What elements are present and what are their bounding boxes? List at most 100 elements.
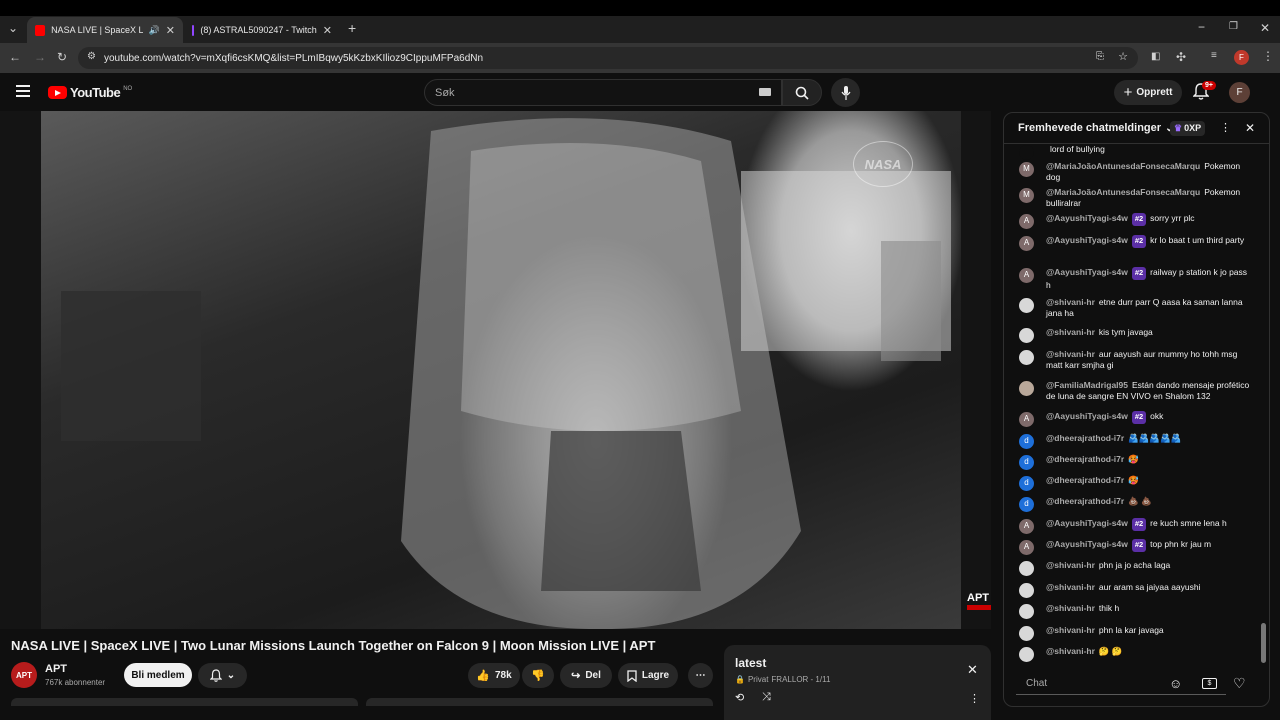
chat-message[interactable]: A @AayushiTyagi-s4w #2 railway p station k … bbox=[1019, 267, 1254, 290]
super-chat-icon[interactable]: $ bbox=[1202, 678, 1217, 689]
chat-message[interactable]: @shivani-hr phn ja jo acha laga bbox=[1019, 560, 1254, 576]
browser-menu-icon[interactable]: ⋮ bbox=[1262, 49, 1274, 63]
chat-mode-dropdown[interactable]: Fremhevede chatmeldinger ⌄ bbox=[1018, 122, 1173, 134]
chat-author-name[interactable]: @AayushiTyagi-s4w bbox=[1046, 213, 1128, 223]
tab-close-icon[interactable]: ✕ bbox=[323, 24, 332, 37]
chat-message[interactable]: @shivani-hr aur aayush aur mummy ho tohh … bbox=[1019, 349, 1254, 370]
chat-author-name[interactable]: @dheerajrathod-i7r bbox=[1046, 496, 1124, 506]
chat-message[interactable]: M @MariaJoãoAntunesdaFonsecaMarqu Pokemon … bbox=[1019, 161, 1254, 182]
chat-message[interactable]: @FamiliaMadrigal95 Están dando mensaje pr… bbox=[1019, 380, 1254, 401]
site-info-icon[interactable]: ⚙ bbox=[87, 51, 96, 62]
search-button[interactable] bbox=[782, 79, 822, 106]
share-button[interactable]: ↪ Del bbox=[560, 663, 612, 688]
keyboard-icon[interactable] bbox=[759, 88, 771, 96]
chat-message[interactable]: @shivani-hr etne durr parr Q aasa ka sama… bbox=[1019, 297, 1254, 318]
channel-name[interactable]: APT bbox=[45, 663, 67, 675]
install-app-icon[interactable]: ⎘ bbox=[1096, 51, 1104, 62]
chat-message[interactable]: M @MariaJoãoAntunesdaFonsecaMarqu Pokemon … bbox=[1019, 187, 1254, 208]
minimize-icon[interactable]: − bbox=[1198, 20, 1205, 34]
chat-menu-icon[interactable]: ⋮ bbox=[1220, 121, 1231, 134]
subscribe-bell-button[interactable]: ⌄ bbox=[198, 663, 247, 688]
chat-message[interactable]: A @AayushiTyagi-s4w #2 sorry yrr plc bbox=[1019, 213, 1254, 229]
dislike-button[interactable]: 👎 bbox=[522, 663, 554, 688]
youtube-logo[interactable]: YouTube NO bbox=[48, 85, 132, 100]
shuffle-icon[interactable]: ⤨ bbox=[762, 691, 771, 704]
chat-author-avatar[interactable] bbox=[1019, 145, 1034, 160]
video-player[interactable]: NASA APT bbox=[0, 111, 991, 629]
chat-scrollbar[interactable] bbox=[1261, 153, 1266, 673]
description-box[interactable] bbox=[11, 698, 358, 706]
chat-author-name[interactable]: @shivani-hr bbox=[1046, 560, 1095, 570]
chat-author-avatar[interactable]: d bbox=[1019, 434, 1034, 449]
tab-search-chevron-icon[interactable]: ⌄ bbox=[8, 21, 18, 35]
chat-author-name[interactable]: @AayushiTyagi-s4w bbox=[1046, 411, 1128, 421]
chat-author-avatar[interactable]: A bbox=[1019, 519, 1034, 534]
browser-profile-avatar[interactable]: F bbox=[1234, 50, 1249, 65]
chat-message[interactable]: @shivani-hr aur aram sa jaiyaa aayushi bbox=[1019, 582, 1254, 598]
save-button[interactable]: Lagre bbox=[618, 663, 678, 688]
chat-author-name[interactable]: @shivani-hr bbox=[1046, 625, 1095, 635]
comments-box[interactable] bbox=[366, 698, 713, 706]
chat-author-name[interactable]: @shivani-hr bbox=[1046, 327, 1095, 337]
search-input[interactable]: Søk bbox=[424, 79, 782, 106]
chat-author-avatar[interactable]: M bbox=[1019, 188, 1034, 203]
address-bar[interactable]: ⚙ youtube.com/watch?v=mXqfi6csKMQ&list=P… bbox=[78, 47, 1138, 69]
hamburger-menu-icon[interactable] bbox=[16, 85, 30, 97]
chat-author-name[interactable]: @AayushiTyagi-s4w bbox=[1046, 518, 1128, 528]
chat-author-name[interactable]: @dheerajrathod-i7r bbox=[1046, 475, 1124, 485]
media-icon[interactable]: ◧ bbox=[1151, 51, 1160, 62]
chat-author-avatar[interactable] bbox=[1019, 647, 1034, 662]
scroll-thumb[interactable] bbox=[1261, 623, 1266, 663]
chat-message[interactable]: lord of bullying bbox=[1019, 144, 1254, 160]
chat-message[interactable]: A @AayushiTyagi-s4w #2 okk bbox=[1019, 411, 1254, 427]
channel-branding-overlay[interactable]: APT bbox=[967, 592, 991, 610]
like-button[interactable]: 👍 78k bbox=[468, 663, 520, 688]
chat-author-avatar[interactable]: A bbox=[1019, 412, 1034, 427]
channel-avatar[interactable]: APT bbox=[11, 662, 37, 688]
chat-message[interactable]: A @AayushiTyagi-s4w #2 re kuch smne lena h bbox=[1019, 518, 1254, 534]
chat-author-name[interactable]: @AayushiTyagi-s4w bbox=[1046, 267, 1128, 277]
chat-author-avatar[interactable] bbox=[1019, 328, 1034, 343]
notifications-button[interactable]: 9+ bbox=[1193, 81, 1216, 100]
chat-author-avatar[interactable] bbox=[1019, 381, 1034, 396]
chat-input[interactable]: Chat bbox=[1016, 673, 1226, 695]
chat-author-name[interactable]: @MariaJoãoAntunesdaFonsecaMarqu bbox=[1046, 187, 1200, 197]
voice-search-button[interactable] bbox=[831, 78, 860, 107]
chat-author-avatar[interactable]: A bbox=[1019, 214, 1034, 229]
heart-icon[interactable]: ♡ bbox=[1233, 675, 1246, 692]
window-close-icon[interactable]: ✕ bbox=[1260, 21, 1270, 35]
chat-author-name[interactable]: @shivani-hr bbox=[1046, 297, 1095, 307]
chat-author-name[interactable]: @AayushiTyagi-s4w bbox=[1046, 539, 1128, 549]
chat-author-avatar[interactable]: A bbox=[1019, 268, 1034, 283]
chat-message[interactable]: @shivani-hr 🤔 🤔 bbox=[1019, 646, 1254, 662]
chat-close-icon[interactable]: ✕ bbox=[1245, 121, 1255, 135]
forward-icon[interactable]: → bbox=[34, 50, 46, 64]
back-icon[interactable]: ← bbox=[9, 50, 21, 64]
chat-author-name[interactable]: @shivani-hr bbox=[1046, 603, 1095, 613]
chat-author-name[interactable]: @AayushiTyagi-s4w bbox=[1046, 235, 1128, 245]
create-button[interactable]: + Opprett bbox=[1114, 80, 1182, 105]
account-avatar[interactable]: F bbox=[1229, 82, 1250, 103]
chat-author-avatar[interactable] bbox=[1019, 604, 1034, 619]
chat-message[interactable]: d @dheerajrathod-i7r 💩 💩 bbox=[1019, 496, 1254, 512]
chat-author-name[interactable]: @shivani-hr bbox=[1046, 646, 1095, 656]
chat-author-name[interactable]: @MariaJoãoAntunesdaFonsecaMarqu bbox=[1046, 161, 1200, 171]
tab-twitch[interactable]: (8) ASTRAL5090247 - Twitch ✕ bbox=[184, 17, 340, 43]
tab-media-icon[interactable]: ≡ bbox=[1211, 50, 1217, 61]
chat-author-avatar[interactable]: A bbox=[1019, 540, 1034, 555]
reload-icon[interactable]: ↻ bbox=[57, 50, 67, 64]
chat-author-name[interactable]: @dheerajrathod-i7r bbox=[1046, 433, 1124, 443]
chat-message[interactable]: @shivani-hr thik h bbox=[1019, 603, 1254, 619]
chat-author-avatar[interactable]: d bbox=[1019, 497, 1034, 512]
chat-message[interactable]: d @dheerajrathod-i7r 🥵 bbox=[1019, 475, 1254, 491]
bookmark-star-icon[interactable]: ☆ bbox=[1118, 50, 1128, 63]
chat-message[interactable]: d @dheerajrathod-i7r 🫂🫂🫂🫂🫂 bbox=[1019, 433, 1254, 449]
chat-author-avatar[interactable]: d bbox=[1019, 476, 1034, 491]
extensions-icon[interactable]: ✣ bbox=[1176, 50, 1186, 64]
playlist-title[interactable]: latest bbox=[735, 656, 766, 670]
more-actions-button[interactable]: ⋯ bbox=[688, 663, 713, 688]
chat-author-avatar[interactable] bbox=[1019, 626, 1034, 641]
chat-message[interactable]: A @AayushiTyagi-s4w #2 top phn kr jau m bbox=[1019, 539, 1254, 555]
chat-message[interactable]: d @dheerajrathod-i7r 🥵 bbox=[1019, 454, 1254, 470]
chat-author-name[interactable]: @shivani-hr bbox=[1046, 349, 1095, 359]
